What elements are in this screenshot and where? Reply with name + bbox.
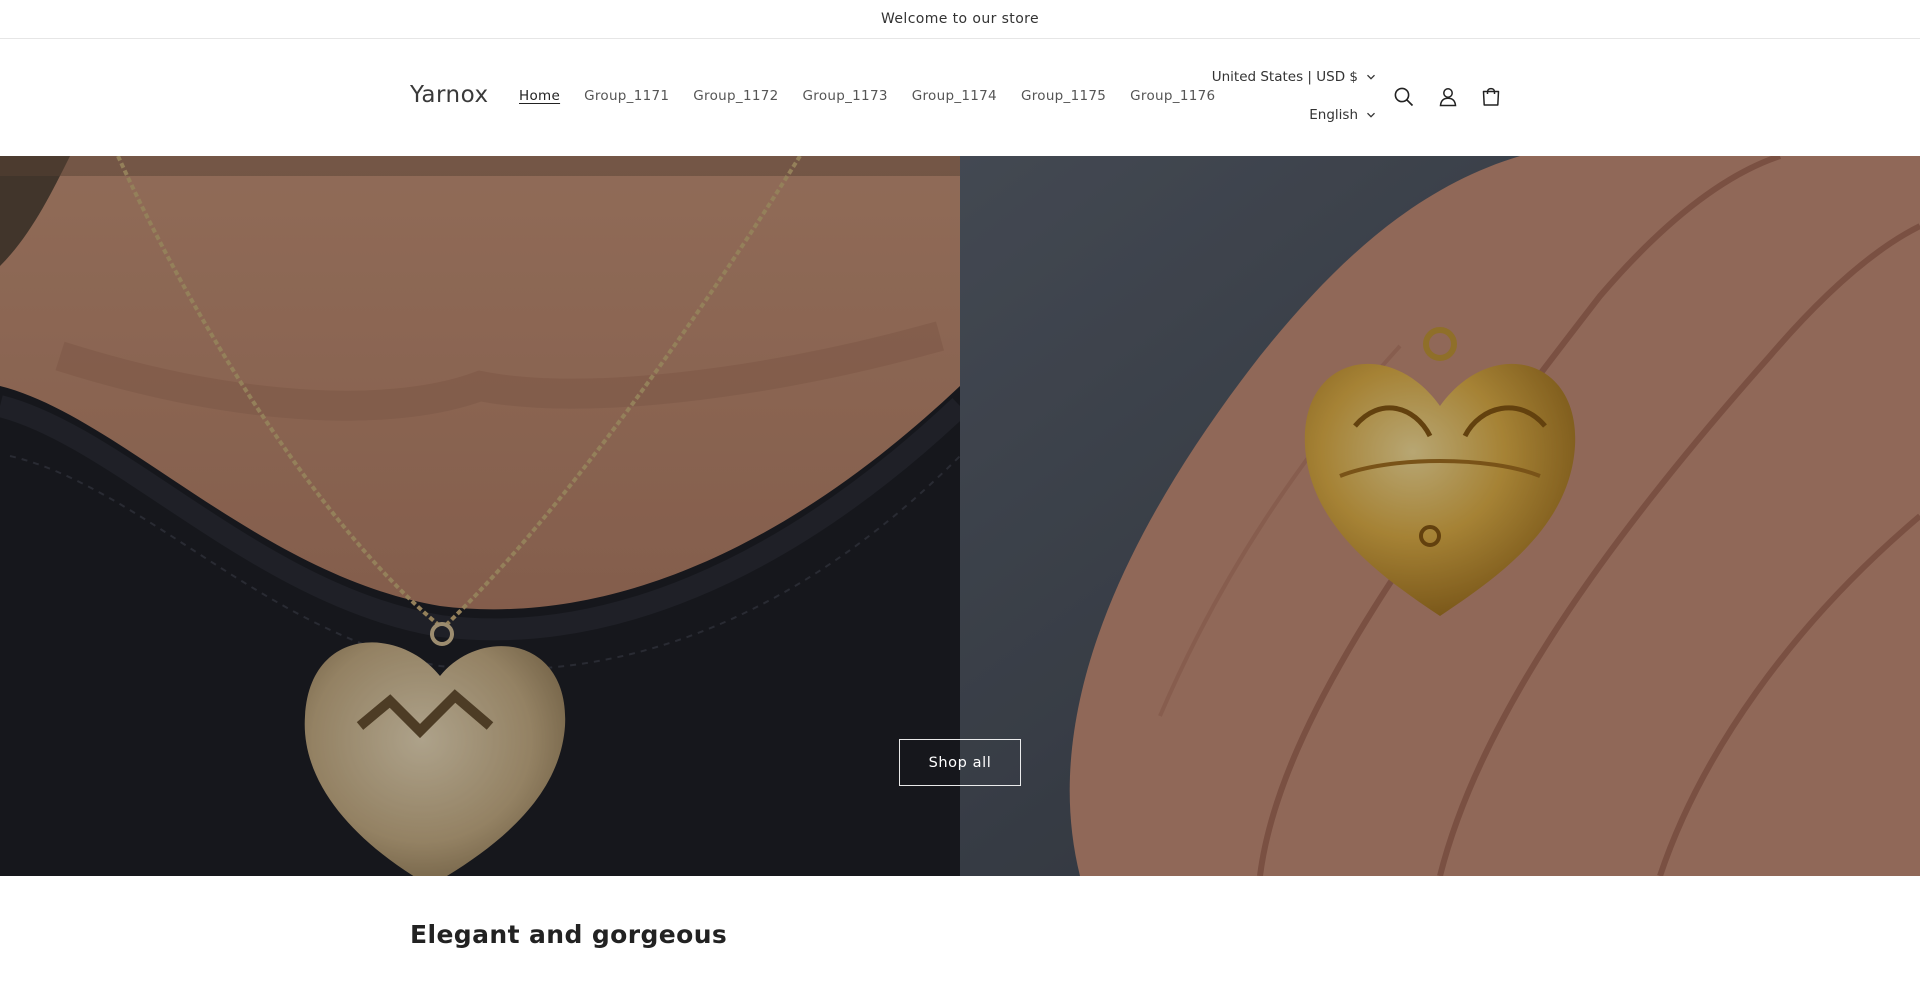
gold-heart-pendant-image <box>960 156 1920 876</box>
search-button[interactable] <box>1390 83 1418 111</box>
language-selector[interactable]: English <box>1309 107 1376 123</box>
account-icon <box>1439 88 1457 107</box>
chevron-down-icon <box>1367 112 1375 118</box>
search-icon <box>1394 87 1414 107</box>
hero-banner: Shop all <box>0 156 1920 876</box>
language-label: English <box>1309 107 1358 123</box>
hero-image-left <box>0 156 960 876</box>
nav-item-group-1175[interactable]: Group_1175 <box>1021 88 1106 104</box>
nav-item-group-1174[interactable]: Group_1174 <box>912 88 997 104</box>
cart-button[interactable] <box>1477 83 1505 111</box>
nav-item-home[interactable]: Home <box>519 88 560 104</box>
heart-locket-necklace-image <box>0 156 960 876</box>
site-header: Yarnox Home Group_1171 Group_1172 Group_… <box>0 39 1920 156</box>
account-button[interactable] <box>1434 83 1462 111</box>
main-nav: Home Group_1171 Group_1172 Group_1173 Gr… <box>519 88 1239 104</box>
cart-icon <box>1482 87 1500 106</box>
nav-item-group-1176[interactable]: Group_1176 <box>1130 88 1215 104</box>
country-selector[interactable]: United States | USD $ <box>1212 69 1376 85</box>
country-currency-label: United States | USD $ <box>1211 69 1358 85</box>
nav-item-group-1173[interactable]: Group_1173 <box>803 88 888 104</box>
store-logo[interactable]: Yarnox <box>410 82 489 108</box>
chevron-down-icon <box>1367 74 1375 80</box>
nav-item-group-1172[interactable]: Group_1172 <box>693 88 778 104</box>
featured-collection-title: Elegant and gorgeous <box>410 920 728 949</box>
announcement-bar: Welcome to our store <box>0 0 1920 39</box>
nav-item-group-1171[interactable]: Group_1171 <box>584 88 669 104</box>
hero-image-right <box>960 156 1920 876</box>
announcement-text: Welcome to our store <box>880 11 1040 27</box>
shop-all-button[interactable]: Shop all <box>899 739 1021 786</box>
